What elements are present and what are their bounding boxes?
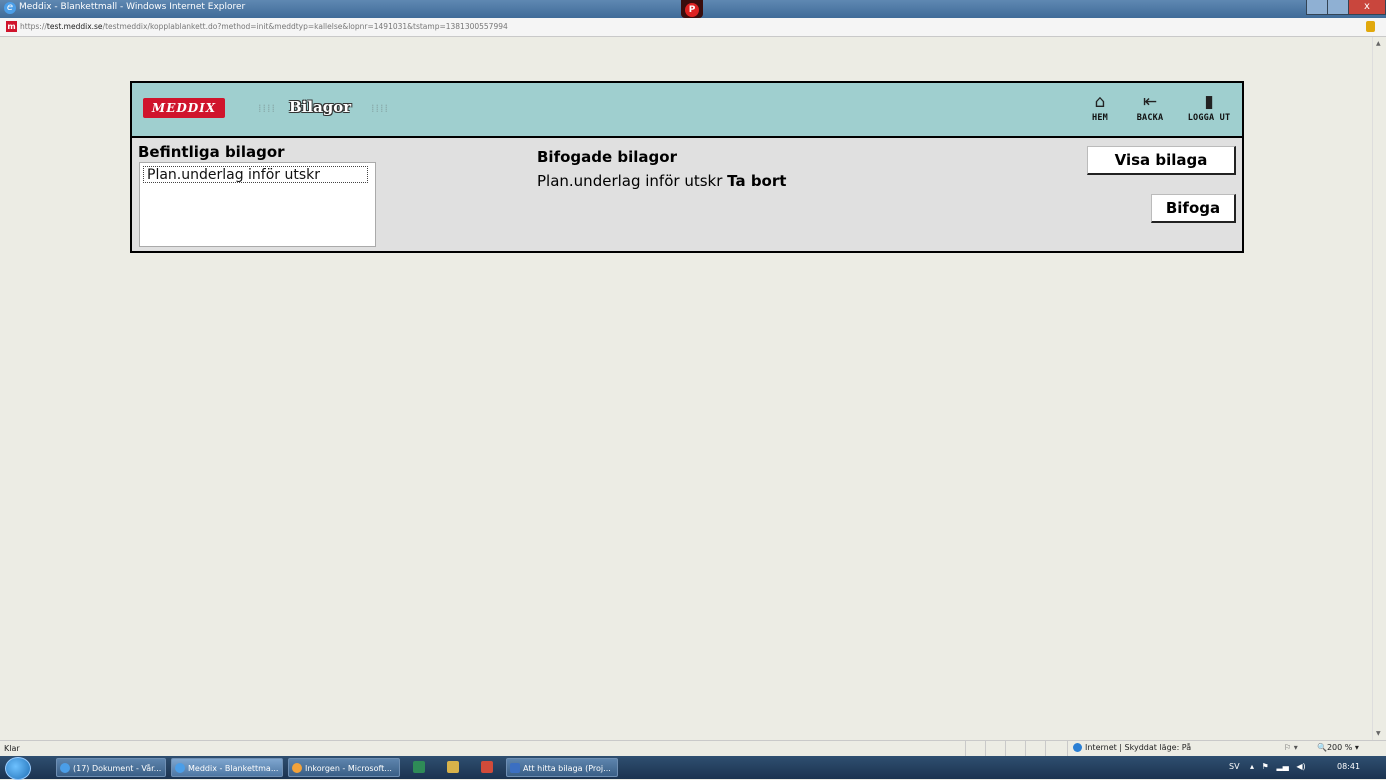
security-zone-label: Internet | Skyddat läge: På — [1085, 743, 1192, 752]
maximize-button[interactable] — [1327, 0, 1349, 15]
address-bar[interactable]: m https://test.meddix.se/testmeddix/kopp… — [0, 18, 1386, 37]
list-item[interactable]: Plan.underlag inför utskr — [143, 166, 368, 183]
show-attachment-button[interactable]: Visa bilaga — [1087, 146, 1236, 175]
taskbar-item[interactable]: Inkorgen - Microsoft... — [288, 758, 400, 777]
attached-attachments-heading: Bifogade bilagor — [537, 148, 677, 166]
taskbar-item[interactable]: Meddix - Blankettma... — [171, 758, 283, 777]
taskbar: (17) Dokument - Vår... Meddix - Blankett… — [0, 756, 1386, 780]
outlook-icon — [292, 763, 302, 773]
attached-item-name: Plan.underlag inför utskr — [537, 172, 723, 190]
dots-decoration-icon: ⁞⁞⁞⁞ — [371, 102, 389, 115]
site-favicon-icon: m — [6, 21, 17, 32]
nav-home-label: HEM — [1092, 113, 1108, 123]
clock[interactable]: 08:41 — [1337, 762, 1360, 771]
nav-home[interactable]: ⌂ HEM — [1085, 91, 1115, 123]
close-window-button[interactable]: x — [1348, 0, 1386, 15]
attachments-panel: MEDDIX ⁞⁞⁞⁞ Bilagor ⁞⁞⁞⁞ ⌂ HEM ⇤ BACKA ▮… — [130, 81, 1244, 253]
address-url[interactable]: https://test.meddix.se/testmeddix/koppla… — [20, 22, 508, 31]
page-title: Bilagor — [289, 98, 352, 116]
status-divider — [1025, 741, 1026, 757]
nav-back-label: BACKA — [1136, 113, 1164, 123]
protected-mode-icon[interactable]: ⚐ ▾ — [1284, 743, 1298, 752]
status-divider — [965, 741, 966, 757]
globe-icon — [1073, 743, 1082, 752]
dots-decoration-icon: ⁞⁞⁞⁞ — [258, 102, 276, 115]
status-divider — [1067, 741, 1068, 757]
status-bar: Klar Internet | Skyddat läge: På ⚐ ▾ 🔍20… — [0, 740, 1386, 757]
url-host: test.meddix.se — [46, 22, 103, 31]
attach-button[interactable]: Bifoga — [1151, 194, 1236, 223]
taskbar-item-label: Att hitta bilaga (Proj... — [523, 764, 611, 773]
remove-attachment-link[interactable]: Ta bort — [727, 172, 786, 190]
zoom-level-label: 200 % — [1326, 743, 1353, 752]
start-button[interactable] — [5, 757, 31, 780]
lock-icon[interactable] — [1366, 21, 1375, 32]
status-divider — [1045, 741, 1046, 757]
door-icon: ▮ — [1204, 92, 1214, 112]
taskbar-item[interactable]: (17) Dokument - Vår... — [56, 758, 166, 777]
window-title-bar: e Meddix - Blankettmall - Windows Intern… — [0, 0, 1386, 18]
ie-icon: e — [4, 2, 16, 14]
back-arrow-icon: ⇤ — [1142, 92, 1158, 112]
minimize-button[interactable] — [1306, 0, 1328, 15]
app-badge-icon: P — [681, 0, 703, 18]
language-indicator[interactable]: SV — [1229, 762, 1240, 771]
attached-item-row: Plan.underlag inför utskr Ta bort — [537, 172, 786, 190]
scroll-down-icon[interactable]: ▼ — [1376, 730, 1381, 737]
taskbar-item-label: (17) Dokument - Vår... — [73, 764, 162, 773]
scroll-up-icon[interactable]: ▲ — [1376, 40, 1381, 47]
taskbar-item-label: Meddix - Blankettma... — [188, 764, 279, 773]
taskbar-item[interactable]: Att hitta bilaga (Proj... — [506, 758, 618, 777]
existing-attachments-heading: Befintliga bilagor — [138, 143, 285, 161]
ie-icon — [60, 763, 70, 773]
window-title: Meddix - Blankettmall - Windows Internet… — [19, 2, 246, 12]
ie-icon — [175, 763, 185, 773]
panel-header: MEDDIX ⁞⁞⁞⁞ Bilagor ⁞⁞⁞⁞ ⌂ HEM ⇤ BACKA ▮… — [132, 83, 1242, 138]
project-icon — [510, 763, 520, 773]
app-icon[interactable] — [413, 761, 425, 773]
vertical-scrollbar[interactable]: ▲ ▼ — [1372, 37, 1386, 740]
nav-logout-label: LOGGA UT — [1187, 113, 1231, 123]
existing-attachments-list[interactable]: Plan.underlag inför utskr — [139, 162, 376, 247]
nav-back[interactable]: ⇤ BACKA — [1125, 91, 1175, 123]
url-path: /testmeddix/kopplablankett.do?method=ini… — [102, 22, 508, 31]
security-zone[interactable]: Internet | Skyddat läge: På — [1073, 743, 1191, 752]
app-icon[interactable] — [481, 761, 493, 773]
meddix-logo: MEDDIX — [143, 98, 225, 118]
url-protocol: https:// — [20, 22, 47, 31]
status-divider — [1005, 741, 1006, 757]
nav-logout[interactable]: ▮ LOGGA UT — [1181, 91, 1237, 123]
status-divider — [985, 741, 986, 757]
zoom-level[interactable]: 🔍200 % ▾ — [1317, 743, 1359, 752]
taskbar-item-label: Inkorgen - Microsoft... — [305, 764, 392, 773]
tray-icons[interactable]: ▴ ⚑ ▂▄ ◀) — [1250, 762, 1306, 771]
status-text: Klar — [4, 744, 20, 753]
home-icon: ⌂ — [1094, 92, 1106, 112]
folder-icon[interactable] — [447, 761, 459, 773]
